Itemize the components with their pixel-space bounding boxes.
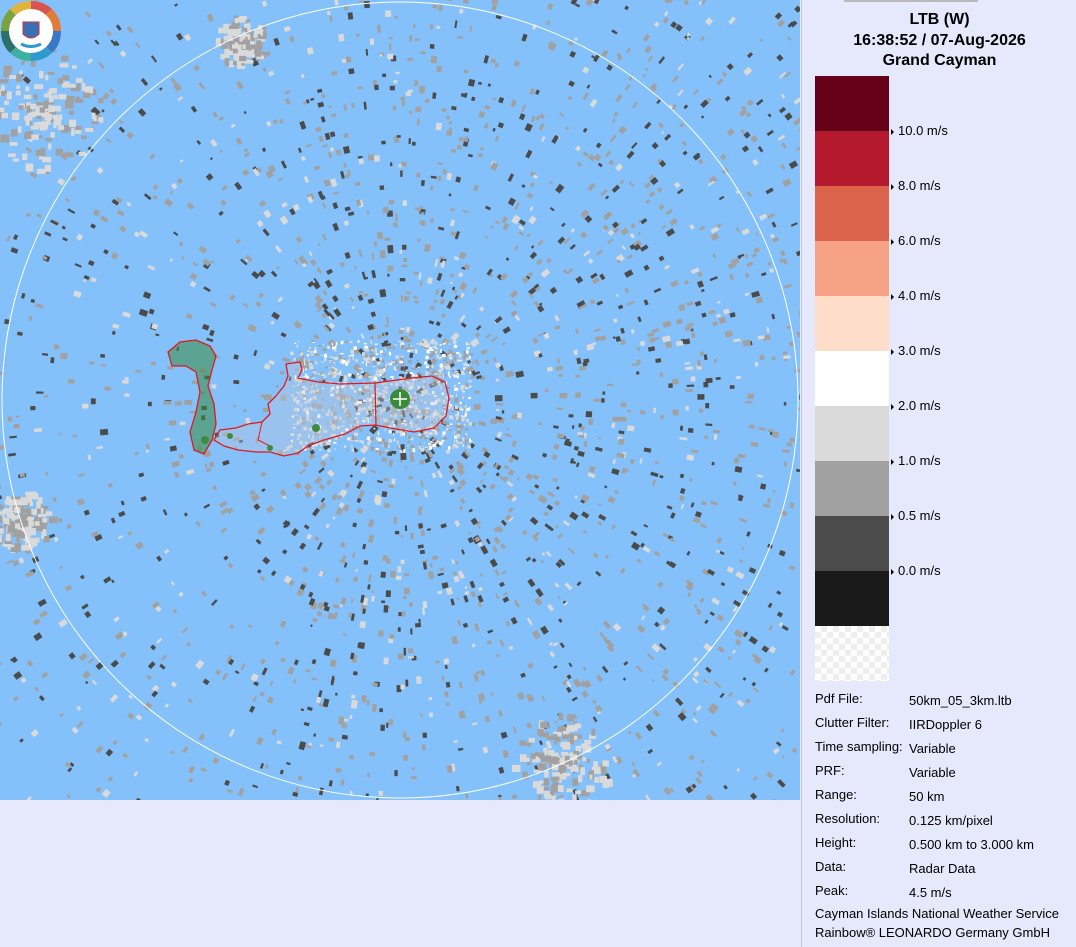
legend-swatch <box>815 406 889 461</box>
info-row: Pdf File: 50km_05_3km.ltb <box>815 691 1075 711</box>
legend-tick: 10.0 m/s <box>891 124 948 138</box>
tick-marker-icon <box>891 293 894 300</box>
info-label: Pdf File: <box>815 691 863 706</box>
info-row: Range: 50 km <box>815 787 1075 807</box>
legend-tick: 1.0 m/s <box>891 454 941 468</box>
station-title: LTB (W) <box>909 11 970 28</box>
legend-tick-label: 1.0 m/s <box>898 453 941 468</box>
legend-tick-label: 6.0 m/s <box>898 233 941 248</box>
info-value: 50km_05_3km.ltb <box>909 693 1012 708</box>
footer-line-1: Cayman Islands National Weather Service <box>815 906 1059 921</box>
footer-line-2: Rainbow® LEONARDO Germany GmbH <box>815 925 1050 940</box>
location-name: Grand Cayman <box>882 52 997 69</box>
info-value: 0.500 km to 3.000 km <box>909 837 1035 852</box>
info-value: Radar Data <box>909 861 976 876</box>
panel-divider <box>844 0 978 2</box>
legend-tick: 4.0 m/s <box>891 289 941 303</box>
legend-swatch <box>815 516 889 571</box>
legend-swatch <box>815 76 889 131</box>
info-row: Height: 0.500 km to 3.000 km <box>815 835 1075 855</box>
legend-swatch <box>815 351 889 406</box>
info-row: Data: Radar Data <box>815 859 1075 879</box>
radar-map[interactable] <box>0 0 800 800</box>
crosshair-circle-icon <box>390 389 410 409</box>
info-value: Variable <box>909 741 956 756</box>
legend-panel: LTB (W) 16:38:52 / 07-Aug-2026 Grand Cay… <box>801 0 1076 947</box>
info-row: Resolution: 0.125 km/pixel <box>815 811 1075 831</box>
tick-marker-icon <box>891 458 894 465</box>
info-row: Peak: 4.5 m/s <box>815 883 1075 903</box>
info-label: Peak: <box>815 883 849 898</box>
legend-tick-label: 0.5 m/s <box>898 508 941 523</box>
tick-marker-icon <box>891 403 894 410</box>
info-label: Resolution: <box>815 811 881 826</box>
info-label: Range: <box>815 787 857 802</box>
radar-canvas <box>0 0 800 800</box>
tick-marker-icon <box>891 568 894 575</box>
legend-tick-label: 0.0 m/s <box>898 563 941 578</box>
legend-swatch-nodata <box>815 626 889 681</box>
info-row: PRF: Variable <box>815 763 1075 783</box>
north-sound-outline <box>167 339 217 455</box>
info-label: Data: <box>815 859 847 874</box>
tick-marker-icon <box>891 128 894 135</box>
legend-tick: 8.0 m/s <box>891 179 941 193</box>
legend-tick: 3.0 m/s <box>891 344 941 358</box>
legend-tick: 2.0 m/s <box>891 399 941 413</box>
legend-tick-label: 8.0 m/s <box>898 178 941 193</box>
scan-datetime: 16:38:52 / 07-Aug-2026 <box>853 32 1026 49</box>
legend-swatch <box>815 241 889 296</box>
legend-tick: 0.0 m/s <box>891 564 941 578</box>
info-label: PRF: <box>815 763 845 778</box>
legend-tick: 0.5 m/s <box>891 509 941 523</box>
legend-tick-label: 10.0 m/s <box>898 123 948 138</box>
legend-tick-label: 3.0 m/s <box>898 343 941 358</box>
info-value: 50 km <box>909 789 945 804</box>
info-label: Height: <box>815 835 857 850</box>
legend-swatch <box>815 296 889 351</box>
info-value: 4.5 m/s <box>909 885 952 900</box>
tick-marker-icon <box>891 348 894 355</box>
info-row: Time sampling: Variable <box>815 739 1075 759</box>
legend-tick-label: 4.0 m/s <box>898 288 941 303</box>
info-value: 0.125 km/pixel <box>909 813 993 828</box>
legend-swatch <box>815 186 889 241</box>
legend-swatch <box>815 461 889 516</box>
legend-tick-label: 2.0 m/s <box>898 398 941 413</box>
tick-marker-icon <box>891 513 894 520</box>
info-value: Variable <box>909 765 956 780</box>
info-value: IIRDoppler 6 <box>909 717 982 732</box>
tick-marker-icon <box>891 183 894 190</box>
info-label: Clutter Filter: <box>815 715 890 730</box>
weather-service-logo-icon <box>0 0 62 62</box>
info-label: Time sampling: <box>815 739 903 754</box>
tick-marker-icon <box>891 238 894 245</box>
info-row: Clutter Filter: IIRDoppler 6 <box>815 715 1075 735</box>
color-legend <box>815 76 889 681</box>
legend-swatch <box>815 131 889 186</box>
legend-swatch <box>815 571 889 626</box>
legend-tick: 6.0 m/s <box>891 234 941 248</box>
